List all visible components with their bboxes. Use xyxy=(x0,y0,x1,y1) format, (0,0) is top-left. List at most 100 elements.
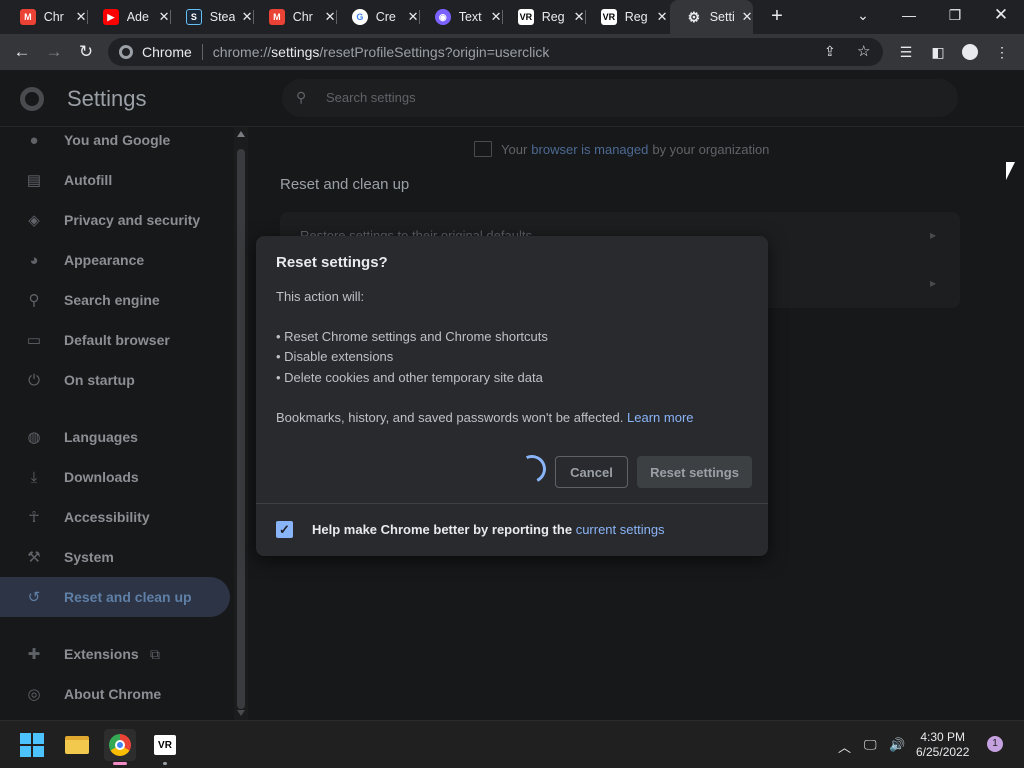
gmail-icon: M xyxy=(20,9,36,25)
tab-settings[interactable]: ⚙ Setti ✕ xyxy=(670,0,753,34)
sidebar-item-reset[interactable]: ↺ Reset and clean up xyxy=(0,577,230,617)
report-settings-checkbox[interactable]: ✓ xyxy=(276,521,293,538)
close-icon[interactable]: ✕ xyxy=(407,9,419,25)
sidebar-item-label: About Chrome xyxy=(64,686,162,702)
tab-search-icon[interactable]: ⌄ xyxy=(840,0,886,30)
windows-taskbar: VR ︿ 🖵 🔊 xyxy=(0,720,1024,768)
system-clock[interactable]: 4:30 PM 6/25/2022 xyxy=(916,730,969,760)
share-icon[interactable]: ⇪ xyxy=(824,43,836,60)
forward-button[interactable]: → xyxy=(42,40,66,64)
dialog-bullet: • Delete cookies and other temporary sit… xyxy=(276,370,543,385)
tab-5[interactable]: G Cre ✕ xyxy=(336,0,419,34)
reload-button[interactable]: ↻ xyxy=(74,40,98,64)
youtube-icon: ▶ xyxy=(103,9,119,25)
page-title: Settings xyxy=(67,86,147,111)
side-panel-icon[interactable]: ◧ xyxy=(927,41,949,63)
tab-8[interactable]: VR Reg ✕ xyxy=(585,0,668,34)
sidebar-item-extensions[interactable]: ✚ Extensions ⧉ xyxy=(0,634,230,674)
back-button[interactable]: ← xyxy=(10,40,34,64)
accessibility-icon: ☥ xyxy=(28,509,40,526)
section-title: Reset and clean up xyxy=(280,176,410,193)
reset-settings-button[interactable]: Reset settings xyxy=(637,456,752,488)
dialog-intro: This action will: xyxy=(276,289,365,304)
tab-title: Ade xyxy=(126,10,149,24)
scroll-thumb[interactable] xyxy=(237,149,245,709)
sidebar-item-appearance[interactable]: ◕ Appearance xyxy=(0,240,230,280)
windows-logo-icon xyxy=(20,733,44,757)
sidebar-item-label: Default browser xyxy=(64,332,170,348)
close-window-button[interactable]: ✕ xyxy=(978,0,1024,30)
tab-7[interactable]: VR Reg ✕ xyxy=(502,0,585,34)
volume-icon[interactable]: 🔊 xyxy=(889,737,905,753)
sidebar-item-accessibility[interactable]: ☥ Accessibility xyxy=(0,497,230,537)
sidebar-item-label: Reset and clean up xyxy=(64,589,192,605)
chevron-up-icon[interactable]: ︿ xyxy=(838,737,851,756)
sidebar-item-default-browser[interactable]: ▭ Default browser xyxy=(0,320,230,360)
close-icon[interactable]: ✕ xyxy=(324,9,336,25)
globe-icon: ◍ xyxy=(27,429,41,446)
tab-title: Chr xyxy=(43,10,64,24)
url-path: /resetProfileSettings?origin=userclick xyxy=(319,44,550,60)
tab-1[interactable]: M Chr ✕ xyxy=(4,0,87,34)
person-icon: ● xyxy=(29,131,39,149)
close-icon[interactable]: ✕ xyxy=(741,9,753,25)
sidebar-item-label: Search engine xyxy=(64,292,160,308)
menu-kebab-icon[interactable]: ⋮ xyxy=(991,41,1013,63)
tab-6[interactable]: ◉ Text ✕ xyxy=(419,0,502,34)
address-bar[interactable]: Chrome chrome://settings/resetProfileSet… xyxy=(108,38,883,66)
url-text: chrome://settings/resetProfileSettings?o… xyxy=(213,44,550,60)
mouse-cursor-icon xyxy=(1006,162,1015,180)
sidebar-item-label: You and Google xyxy=(64,132,171,148)
chrome-taskbar-button[interactable] xyxy=(104,729,136,765)
chrome-icon xyxy=(119,45,133,59)
sidebar-item-on-startup[interactable]: ⏻ On startup xyxy=(0,360,230,400)
history-icon: ↺ xyxy=(27,589,41,606)
close-icon[interactable]: ✕ xyxy=(573,9,585,25)
restore-button[interactable]: ❐ xyxy=(932,0,978,30)
profile-avatar-icon[interactable] xyxy=(959,41,981,63)
minimize-button[interactable]: — xyxy=(886,0,932,30)
cancel-button[interactable]: Cancel xyxy=(555,456,628,488)
current-settings-link[interactable]: current settings xyxy=(576,522,665,537)
close-icon[interactable]: ✕ xyxy=(75,9,87,25)
sidebar-item-languages[interactable]: ◍ Languages xyxy=(0,417,230,457)
sidebar-item-label: Extensions xyxy=(64,646,139,662)
sidebar-scrollbar[interactable] xyxy=(234,127,248,720)
dialog-note-text: Bookmarks, history, and saved passwords … xyxy=(276,410,624,425)
sidebar-item-privacy[interactable]: ◈ Privacy and security xyxy=(0,200,230,240)
bookmark-star-icon[interactable]: ☆ xyxy=(857,42,870,60)
start-button[interactable] xyxy=(16,729,48,761)
notification-badge[interactable]: 1 xyxy=(987,736,1003,752)
palette-icon: ◕ xyxy=(29,251,39,269)
scroll-up-arrow[interactable] xyxy=(237,131,245,137)
sidebar-item-you-and-google[interactable]: ● You and Google xyxy=(0,120,230,160)
chrome-icon: ◎ xyxy=(27,686,41,703)
reading-list-icon[interactable]: ☰ xyxy=(895,41,917,63)
sidebar-item-downloads[interactable]: ⤓ Downloads xyxy=(0,457,230,497)
running-indicator xyxy=(163,762,167,765)
close-icon[interactable]: ✕ xyxy=(158,9,170,25)
sidebar-item-about-chrome[interactable]: ◎ About Chrome xyxy=(0,674,230,714)
sidebar-item-autofill[interactable]: ▤ Autofill xyxy=(0,160,230,200)
file-explorer-button[interactable] xyxy=(61,729,93,761)
tab-3[interactable]: S Stea ✕ xyxy=(170,0,253,34)
new-tab-button[interactable]: + xyxy=(766,5,788,27)
sidebar-item-system[interactable]: ⚒ System xyxy=(0,537,230,577)
close-icon[interactable]: ✕ xyxy=(490,9,502,25)
search-input[interactable]: ⚲ Search settings xyxy=(282,79,958,117)
close-icon[interactable]: ✕ xyxy=(656,9,668,25)
managed-link[interactable]: browser is managed xyxy=(531,142,648,157)
tab-2[interactable]: ▶ Ade ✕ xyxy=(87,0,170,34)
tab-4[interactable]: M Chr ✕ xyxy=(253,0,336,34)
learn-more-link[interactable]: Learn more xyxy=(627,410,693,425)
scroll-down-arrow[interactable] xyxy=(237,710,245,716)
gear-icon: ⚙ xyxy=(687,8,701,25)
sidebar-item-label: Downloads xyxy=(64,469,139,485)
vr-taskbar-button[interactable]: VR xyxy=(149,729,181,765)
sidebar-item-search-engine[interactable]: ⚲ Search engine xyxy=(0,280,230,320)
download-icon: ⤓ xyxy=(30,468,38,486)
close-icon[interactable]: ✕ xyxy=(241,9,253,25)
managed-suffix: by your organization xyxy=(652,141,770,157)
network-icon[interactable]: 🖵 xyxy=(864,737,877,753)
dialog-bullet: • Disable extensions xyxy=(276,349,394,364)
